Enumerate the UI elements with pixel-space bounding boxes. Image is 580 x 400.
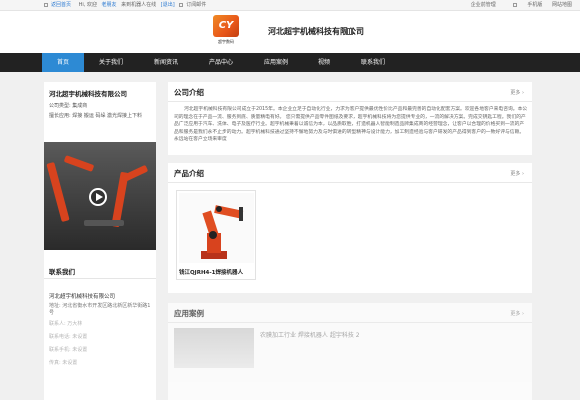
play-icon[interactable] bbox=[89, 188, 107, 206]
welding-robot-icon bbox=[201, 205, 244, 259]
case-caption[interactable]: 农膜加工行业 焊接机器人 超宇科技 2 bbox=[260, 330, 360, 339]
company-scope-label: 擅长应用: bbox=[49, 113, 71, 119]
phone-icon bbox=[513, 2, 518, 7]
site-header: CY 超宇数码 河北超宇机械科技有限公司 bbox=[0, 11, 580, 53]
subscribe-link[interactable]: 订阅邮件 bbox=[179, 2, 209, 8]
contact-company-name: 河北超宇机械科技有限公司 bbox=[49, 294, 116, 300]
products-more-link[interactable]: 更多 bbox=[510, 170, 524, 177]
top-bar: 返回首页 Hi, 欢迎 老朋友 来到机器人在线 [退出] 订阅邮件 企业前管理 … bbox=[0, 0, 580, 11]
cases-panel: 应用案例 更多 农膜加工行业 焊接机器人 超宇科技 2 bbox=[168, 303, 532, 400]
nav-video[interactable]: 视频 bbox=[304, 53, 344, 72]
divider bbox=[168, 322, 532, 323]
company-video[interactable] bbox=[44, 142, 156, 250]
products-title: 产品介绍 bbox=[174, 169, 204, 178]
company-type-value: 集成商 bbox=[72, 103, 88, 109]
contact-address-row: 地址: 河北省衡水市开发区路北新区新华街路1号 bbox=[49, 303, 153, 317]
company-type-label: 公司类型: bbox=[49, 103, 71, 109]
nav-news[interactable]: 新闻资讯 bbox=[138, 53, 194, 72]
contact-section-title: 联系我们 bbox=[49, 268, 75, 276]
intro-panel: 公司介绍 更多 河北超宇机械科技有限公司成立于2015年。本企业立足于自动化行业… bbox=[168, 82, 532, 155]
cases-more-link[interactable]: 更多 bbox=[510, 310, 524, 317]
tagline-text: 来到机器人在线 bbox=[121, 2, 157, 8]
company-scope-value: 焊接 搬运 码垛 激光焊接上下料 bbox=[72, 113, 143, 119]
top-bar-right: 企业前管理 手机版 网站地图 bbox=[463, 0, 572, 10]
contact-person-row: 联系人: 万大林 bbox=[49, 321, 153, 328]
mobile-label: 联系手机: bbox=[49, 347, 71, 353]
address-value: 河北省衡水市开发区路北新区新华街路1号 bbox=[49, 303, 151, 316]
main-nav: 首页 关于我们 新闻资讯 产品中心 应用案例 视频 联系我们 bbox=[0, 53, 580, 72]
fax-value: 未设置 bbox=[62, 360, 78, 366]
qr-code-icon[interactable] bbox=[346, 28, 353, 35]
address-label: 地址: bbox=[49, 303, 61, 309]
home-icon bbox=[44, 2, 48, 7]
nav-home[interactable]: 首页 bbox=[42, 53, 84, 72]
mail-icon bbox=[179, 2, 184, 7]
contact-person-label: 联系人: bbox=[49, 321, 66, 327]
mobile-link[interactable]: 手机版 bbox=[505, 2, 542, 8]
nav-products[interactable]: 产品中心 bbox=[194, 53, 248, 72]
divider bbox=[168, 182, 532, 183]
intro-text: 河北超宇机械科技有限公司成立于2015年。本企业立足于自动化行业，力求为客户提供… bbox=[174, 107, 528, 142]
mobile-value: 未设置 bbox=[72, 347, 88, 353]
welcome-text: Hi, 欢迎 bbox=[78, 2, 97, 8]
product-caption: 钱江QJRH4-1焊接机器人 bbox=[179, 270, 243, 276]
product-image bbox=[179, 193, 254, 263]
intro-more-link[interactable]: 更多 bbox=[510, 89, 524, 96]
cases-title: 应用案例 bbox=[174, 309, 204, 318]
nav-cases[interactable]: 应用案例 bbox=[248, 53, 304, 72]
top-bar-left: 返回首页 Hi, 欢迎 老朋友 来到机器人在线 [退出] 订阅邮件 bbox=[44, 0, 212, 10]
sidebar: 河北超宇机械科技有限公司 公司类型: 集成商 擅长应用: 焊接 搬运 码垛 激光… bbox=[44, 82, 156, 400]
phone-label: 联系电话: bbox=[49, 334, 71, 340]
company-logo[interactable]: CY 超宇数码 bbox=[213, 15, 239, 47]
product-card[interactable]: 钱江QJRH4-1焊接机器人 bbox=[176, 190, 256, 280]
phone-value: 未设置 bbox=[72, 334, 88, 340]
user-link[interactable]: 老朋友 bbox=[102, 2, 117, 8]
contact-fax-row: 传真: 未设置 bbox=[49, 360, 153, 367]
sidebar-company-name: 河北超宇机械科技有限公司 bbox=[49, 90, 127, 98]
sitemap-link[interactable]: 网站地图 bbox=[552, 2, 572, 8]
nav-about[interactable]: 关于我们 bbox=[84, 53, 138, 72]
contact-phone-row: 联系电话: 未设置 bbox=[49, 334, 153, 341]
nav-contact[interactable]: 联系我们 bbox=[344, 53, 402, 72]
home-link[interactable]: 返回首页 bbox=[44, 2, 74, 8]
company-scope-row: 擅长应用: 焊接 搬运 码垛 激光焊接上下料 bbox=[49, 112, 149, 120]
workbench-image bbox=[84, 220, 124, 226]
divider bbox=[168, 101, 532, 102]
divider bbox=[44, 278, 156, 279]
company-type-row: 公司类型: 集成商 bbox=[49, 102, 149, 110]
case-thumbnail[interactable] bbox=[174, 328, 254, 368]
logo-mark: CY bbox=[213, 15, 239, 37]
logo-text: 超宇数码 bbox=[218, 39, 234, 44]
intro-title: 公司介绍 bbox=[174, 88, 204, 97]
contact-person-value: 万大林 bbox=[67, 321, 83, 327]
admin-link[interactable]: 企业前管理 bbox=[471, 2, 496, 8]
contact-mobile-row: 联系手机: 未设置 bbox=[49, 347, 153, 354]
logout-link[interactable]: [退出] bbox=[161, 2, 175, 8]
products-panel: 产品介绍 更多 钱江QJRH4-1焊接机器人 bbox=[168, 163, 532, 293]
fax-label: 传真: bbox=[49, 360, 61, 366]
